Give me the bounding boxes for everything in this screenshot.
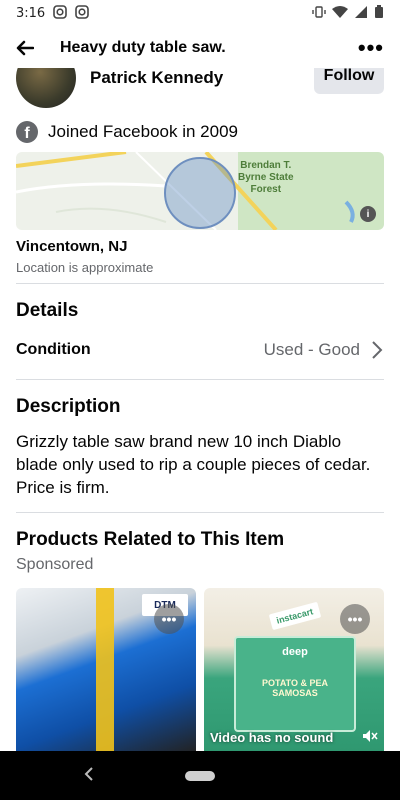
instacart-badge: instacart [268, 601, 321, 631]
muted-speaker-icon[interactable] [362, 729, 378, 746]
signal-icon [354, 5, 368, 22]
back-arrow-icon[interactable] [16, 34, 44, 62]
divider [16, 379, 384, 380]
status-right [312, 4, 384, 22]
condition-label: Condition [16, 341, 91, 358]
battery-icon [374, 4, 384, 22]
location-map[interactable]: Brendan T. Byrne State Forest i [16, 152, 384, 230]
system-nav-bar [0, 751, 400, 800]
card-decoration [96, 588, 114, 752]
vibrate-icon [312, 5, 326, 22]
sponsored-label: Sponsored [16, 556, 94, 573]
instagram-icon [53, 4, 68, 22]
approximate-location-circle [164, 157, 236, 229]
condition-row[interactable]: Condition Used - Good [16, 337, 384, 363]
package-text: POTATO & PEA SAMOSAS [261, 678, 328, 698]
status-left: 3:16 [16, 4, 90, 22]
condition-value: Used - Good [263, 340, 360, 359]
joined-text: Joined Facebook in 2009 [48, 122, 238, 141]
description-text: Grizzly table saw brand new 10 inch Diab… [16, 432, 371, 497]
status-time: 3:16 [16, 5, 46, 21]
package-brand: deep [282, 646, 308, 658]
card-more-icon[interactable]: ••• [340, 604, 370, 634]
more-options-icon[interactable]: ••• [358, 35, 384, 61]
joined-facebook-row: f Joined Facebook in 2009 [16, 121, 238, 143]
details-heading: Details [16, 300, 79, 321]
seller-row: Patrick Kennedy Follow [16, 66, 384, 110]
product-card[interactable]: DTM ••• [16, 588, 196, 752]
related-products-heading: Products Related to This Item [16, 529, 285, 550]
video-no-sound-text: Video has no sound [210, 730, 334, 745]
card-more-icon[interactable]: ••• [154, 604, 184, 634]
product-package: deep POTATO & PEA SAMOSAS [234, 636, 356, 732]
map-place-label-text: Brendan T. Byrne State Forest [238, 160, 294, 195]
wifi-icon [332, 5, 348, 22]
app-bar: Heavy duty table saw. ••• [0, 28, 400, 68]
location-note: Location is approximate [16, 260, 154, 275]
seller-name[interactable]: Patrick Kennedy [90, 68, 223, 88]
nav-home-pill[interactable] [185, 770, 215, 781]
seller-avatar[interactable] [16, 66, 76, 108]
divider [16, 283, 384, 284]
map-info-icon[interactable]: i [360, 206, 376, 222]
chevron-right-icon [370, 340, 384, 360]
product-card[interactable]: instacart ••• deep POTATO & PEA SAMOSAS … [204, 588, 384, 752]
status-bar: 3:16 [0, 0, 400, 26]
map-place-label: Brendan T. Byrne State Forest [238, 160, 294, 196]
video-note: Video has no sound [204, 729, 384, 746]
page-title: Heavy duty table saw. [60, 39, 226, 56]
facebook-icon: f [16, 121, 38, 143]
description-heading: Description [16, 396, 121, 417]
location-city: Vincentown, NJ [16, 238, 128, 255]
follow-button[interactable]: Follow [314, 66, 384, 94]
instagram-icon [75, 4, 90, 22]
nav-back-icon[interactable] [84, 765, 94, 786]
divider [16, 512, 384, 513]
